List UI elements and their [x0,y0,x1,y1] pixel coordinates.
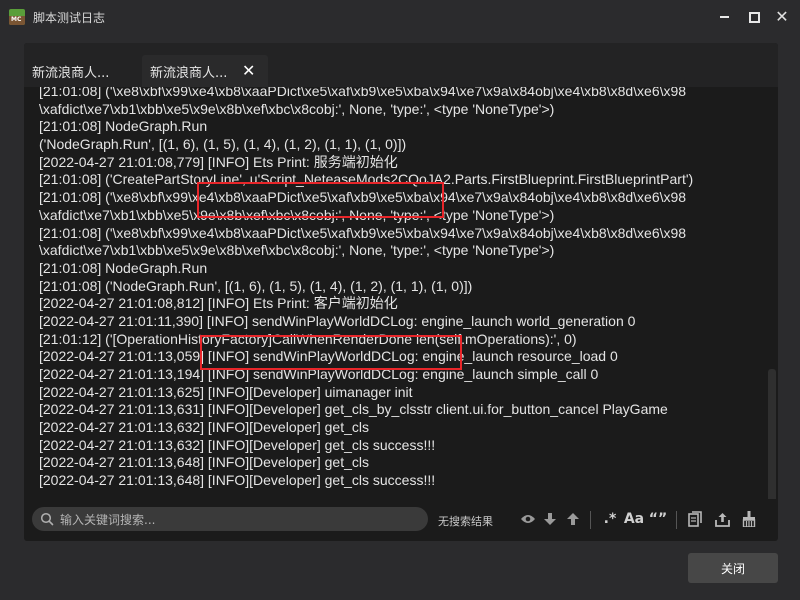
log-line: ('NodeGraph.Run', [(1, 6), (1, 5), (1, 4… [39,136,407,153]
whole-word-icon: “” [648,511,668,527]
previous-match-button[interactable] [565,509,581,529]
vertical-scrollbar[interactable] [768,369,776,499]
whole-word-toggle[interactable]: “” [647,509,669,529]
app-icon-text: MC [11,16,22,23]
arrow-up-icon [567,513,579,525]
maximize-button[interactable] [743,6,765,28]
search-icon [40,512,54,526]
search-toolbar: 无搜索结果 .* Aa “” [24,499,778,541]
log-line: \xafdict\xe7\xb1\xbb\xe5\x9e\x8b\xef\xbc… [39,242,555,259]
export-button[interactable] [713,509,731,529]
log-lines: [21:01:08] ('\xe8\xbf\x99\xe4\xb8\xaaPDi… [39,87,769,490]
log-line: [21:01:08] ('\xe8\xbf\x99\xe4\xb8\xaaPDi… [39,224,687,241]
log-output[interactable]: [21:01:08] ('\xe8\xbf\x99\xe4\xb8\xaaPDi… [24,87,778,499]
regex-toggle[interactable]: .* [600,509,620,529]
log-line: [2022-04-27 21:01:13,631] [INFO][Develop… [39,401,668,418]
clear-icon [742,511,756,527]
minimize-button[interactable] [713,6,735,28]
log-line: [2022-04-27 21:01:08,779] [INFO] Ets Pri… [39,153,398,170]
tab-log-2-active[interactable]: 新流浪商人... ✕ [142,55,268,87]
close-icon: ✕ [775,7,789,26]
window-title: 脚本测试日志 [33,11,106,25]
log-line: [2022-04-27 21:01:13,648] [INFO][Develop… [39,454,369,471]
toolbar-divider [590,511,591,529]
toolbar-divider [676,511,677,529]
eye-icon [521,515,535,523]
search-input[interactable] [58,507,422,533]
arrow-down-icon [544,513,556,525]
tab-log-1[interactable]: 新流浪商人... [32,55,142,87]
regex-icon: .* [603,511,617,527]
log-line: \xafdict\xe7\xb1\xbb\xe5\x9e\x8b\xef\xbc… [39,100,555,117]
copy-icon [688,511,702,527]
close-button[interactable]: 关闭 [688,553,778,583]
tab-bar: 新流浪商人... 新流浪商人... ✕ [24,43,778,87]
search-box[interactable] [32,507,428,533]
log-line: [2022-04-27 21:01:08,812] [INFO] Ets Pri… [39,295,398,312]
log-panel: 新流浪商人... 新流浪商人... ✕ [21:01:08] ('\xe8\xb… [24,43,778,541]
close-window-button[interactable]: ✕ [771,6,793,28]
tab-label: 新流浪商人... [150,65,228,81]
close-button-label: 关闭 [720,561,745,576]
log-line: [21:01:08] NodeGraph.Run [39,259,208,276]
toggle-highlight-button[interactable] [519,509,537,529]
title-bar[interactable]: MC 脚本测试日志 ✕ [0,0,800,34]
log-line: [2022-04-27 21:01:13,632] [INFO][Develop… [39,419,369,436]
tab-label: 新流浪商人... [32,65,110,81]
log-line: [21:01:08] ('\xe8\xbf\x99\xe4\xb8\xaaPDi… [39,87,687,99]
minimize-icon [719,16,729,18]
copy-button[interactable] [686,509,704,529]
log-line: [2022-04-27 21:01:13,625] [INFO][Develop… [39,383,413,400]
match-case-toggle[interactable]: Aa [623,509,645,529]
log-line: [2022-04-27 21:01:13,632] [INFO][Develop… [39,436,436,453]
clear-log-button[interactable] [740,509,758,529]
tab-close-icon[interactable]: ✕ [242,61,255,80]
maximize-icon [748,11,760,23]
log-line: [2022-04-27 21:01:11,390] [INFO] sendWin… [39,312,636,329]
highlight-box-server-init [197,182,444,218]
search-status: 无搜索结果 [438,515,493,528]
log-line: [21:01:08] NodeGraph.Run [39,118,208,135]
export-icon [714,512,730,527]
match-case-icon: Aa [623,511,645,527]
app-icon: MC [9,9,25,25]
highlight-box-client-init [200,335,462,370]
log-line: [21:01:08] ('NodeGraph.Run', [(1, 6), (1… [39,277,473,294]
next-match-button[interactable] [542,509,558,529]
log-line: [2022-04-27 21:01:13,648] [INFO][Develop… [39,472,436,489]
